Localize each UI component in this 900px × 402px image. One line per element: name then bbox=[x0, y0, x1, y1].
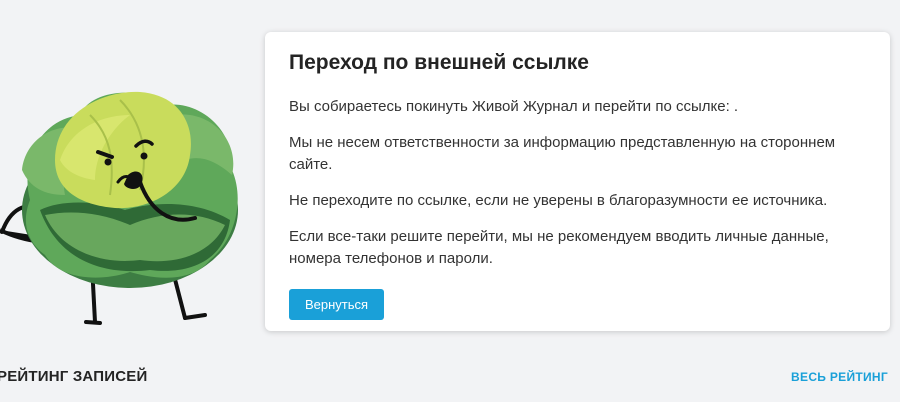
dialog-text-recommendation: Если все-таки решите перейти, мы не реко… bbox=[289, 228, 829, 267]
dialog-text-leaving: Вы собираетесь покинуть Живой Журнал и п… bbox=[289, 98, 739, 115]
dialog-text-responsibility: Мы не несем ответственности за информаци… bbox=[289, 134, 836, 173]
rating-title: РЕЙТИНГ ЗАПИСЕЙ bbox=[0, 368, 148, 385]
cabbage-mascot-icon bbox=[0, 91, 238, 325]
external-link-dialog: Переход по внешней ссылке Вы собираетесь… bbox=[265, 32, 890, 331]
back-button[interactable]: Вернуться bbox=[289, 289, 385, 320]
all-rating-link[interactable]: ВЕСЬ РЕЙТИНГ bbox=[791, 370, 888, 384]
dialog-title: Переход по внешней ссылке bbox=[289, 51, 589, 74]
rating-section-header: РЕЙТИНГ ЗАПИСЕЙ ВЕСЬ РЕЙТИНГ bbox=[0, 368, 900, 388]
dialog-text-warning: Не переходите по ссылке, если не уверены… bbox=[289, 192, 828, 209]
